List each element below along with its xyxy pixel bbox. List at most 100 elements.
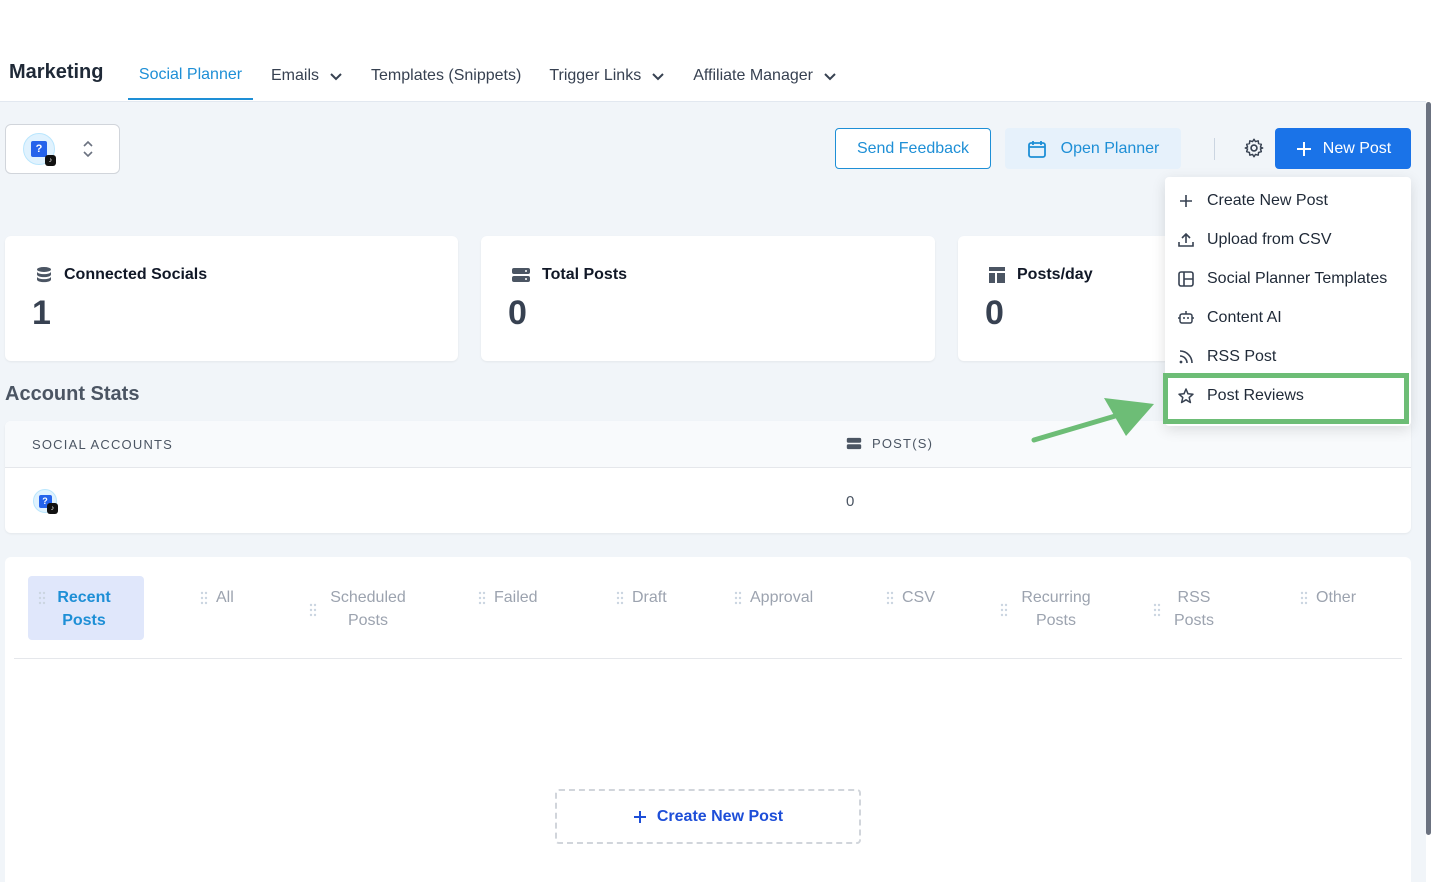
tab-label: Recent Posts (57, 589, 111, 629)
section-title-account-stats: Account Stats (5, 383, 140, 405)
tab-label: Other (1316, 589, 1357, 606)
tab-recent-posts[interactable]: Recent Posts (28, 576, 144, 640)
page-title: Marketing (9, 61, 104, 83)
menu-item-social-planner-templates[interactable]: Social Planner Templates (1165, 259, 1411, 298)
column-header-label: POST(S) (872, 436, 934, 451)
open-planner-button[interactable]: Open Planner (1005, 128, 1181, 169)
menu-item-label: Content AI (1207, 308, 1282, 326)
chevron-updown-icon (83, 140, 93, 158)
stat-value: 1 (32, 294, 51, 332)
posts-panel: Recent Posts All Scheduled Posts Failed … (5, 557, 1411, 882)
database-icon (37, 267, 51, 283)
chevron-down-icon (652, 73, 664, 81)
unknown-account-icon: ? (31, 141, 47, 157)
calendar-icon (1027, 140, 1046, 158)
stat-title: Connected Socials (35, 266, 207, 284)
chevron-down-icon (824, 73, 836, 81)
robot-icon (1178, 310, 1194, 324)
tab-label: CSV (902, 589, 935, 606)
drag-handle-icon[interactable] (200, 590, 208, 606)
menu-item-content-ai[interactable]: Content AI (1165, 298, 1411, 337)
divider (1214, 138, 1215, 160)
create-new-post-button[interactable]: Create New Post (555, 789, 861, 844)
highlight-box (1163, 373, 1409, 424)
tab-rss-posts[interactable]: RSS Posts (1153, 576, 1219, 640)
drag-handle-icon[interactable] (616, 590, 624, 606)
template-icon (1178, 270, 1194, 287)
table-header: SOCIAL ACCOUNTS POST(S) (5, 421, 1411, 468)
drag-handle-icon[interactable] (886, 590, 894, 606)
tab-label: All (216, 589, 234, 606)
menu-item-label: RSS Post (1207, 347, 1277, 365)
top-header: Marketing Social Planner Emails Template… (0, 0, 1426, 102)
stat-card-connected-socials: Connected Socials 1 (5, 236, 458, 361)
avatar: ? ♪ (23, 133, 56, 166)
tab-affiliate-manager[interactable]: Affiliate Manager (683, 52, 847, 100)
drag-handle-icon[interactable] (1153, 602, 1161, 618)
divider (14, 658, 1402, 659)
top-nav: Social Planner Emails Templates (Snippet… (128, 52, 855, 100)
plus-icon (633, 810, 646, 823)
tab-social-planner[interactable]: Social Planner (128, 52, 253, 100)
account-stats-table: SOCIAL ACCOUNTS POST(S) ? ♪ 0 (5, 421, 1411, 533)
drag-handle-icon[interactable] (1300, 590, 1308, 606)
stat-value: 0 (985, 294, 1004, 332)
table-row: ? ♪ (33, 489, 58, 514)
stat-label: Posts/day (1017, 266, 1093, 283)
post-tabs: Recent Posts All Scheduled Posts Failed … (28, 576, 1406, 640)
drag-handle-icon[interactable] (734, 590, 742, 606)
send-feedback-button[interactable]: Send Feedback (835, 128, 991, 169)
menu-item-label: Social Planner Templates (1207, 269, 1388, 287)
tab-other[interactable]: Other (1300, 576, 1356, 640)
server-icon (512, 268, 530, 282)
table-cell-posts: 0 (846, 493, 855, 510)
tab-label: Scheduled Posts (330, 589, 406, 629)
drag-handle-icon[interactable] (478, 590, 486, 606)
tab-templates[interactable]: Templates (Snippets) (361, 52, 531, 100)
tab-label: Failed (494, 589, 538, 606)
tab-label: Approval (750, 589, 814, 606)
stat-title: Posts/day (988, 266, 1093, 284)
drag-handle-icon[interactable] (1000, 602, 1008, 618)
tab-trigger-links[interactable]: Trigger Links (539, 52, 675, 100)
tiktok-icon: ♪ (47, 503, 58, 514)
column-header-social-accounts: SOCIAL ACCOUNTS (32, 437, 174, 452)
menu-item-create-new-post[interactable]: Create New Post (1165, 181, 1411, 220)
account-selector[interactable]: ? ♪ (5, 124, 120, 174)
create-new-post-label: Create New Post (656, 807, 784, 825)
stat-label: Total Posts (542, 266, 628, 283)
new-post-label: New Post (1322, 139, 1392, 157)
tiktok-icon: ♪ (45, 155, 56, 166)
tab-label: Affiliate Manager (693, 67, 813, 84)
scrollbar-thumb[interactable] (1426, 102, 1431, 835)
tab-all[interactable]: All (200, 576, 234, 640)
tab-scheduled-posts[interactable]: Scheduled Posts (309, 576, 411, 640)
tab-approval[interactable]: Approval (734, 576, 813, 640)
arrow-icon (1031, 398, 1154, 443)
tab-label: RSS Posts (1173, 589, 1214, 629)
menu-item-label: Create New Post (1207, 191, 1328, 209)
upload-icon (1178, 232, 1194, 247)
tab-csv[interactable]: CSV (886, 576, 935, 640)
new-post-button[interactable]: New Post (1275, 128, 1411, 169)
menu-item-upload-csv[interactable]: Upload from CSV (1165, 220, 1411, 259)
tab-label: Recurring Posts (1021, 589, 1091, 629)
layout-icon (989, 267, 1005, 283)
tab-label: Trigger Links (549, 67, 642, 84)
tab-recurring-posts[interactable]: Recurring Posts (1000, 576, 1096, 640)
tab-label: Draft (632, 589, 667, 606)
drag-handle-icon[interactable] (38, 590, 46, 606)
menu-item-label: Upload from CSV (1207, 230, 1332, 248)
tab-emails[interactable]: Emails (261, 52, 353, 100)
avatar: ? ♪ (33, 489, 58, 514)
stat-card-total-posts: Total Posts 0 (481, 236, 935, 361)
stat-title: Total Posts (511, 266, 627, 284)
tab-draft[interactable]: Draft (616, 576, 667, 640)
menu-item-rss-post[interactable]: RSS Post (1165, 337, 1411, 376)
drag-handle-icon[interactable] (309, 602, 317, 618)
tab-label: Emails (271, 67, 320, 84)
stat-value: 0 (508, 294, 527, 332)
gear-icon[interactable] (1243, 137, 1265, 159)
server-icon (846, 437, 862, 450)
tab-failed[interactable]: Failed (478, 576, 538, 640)
